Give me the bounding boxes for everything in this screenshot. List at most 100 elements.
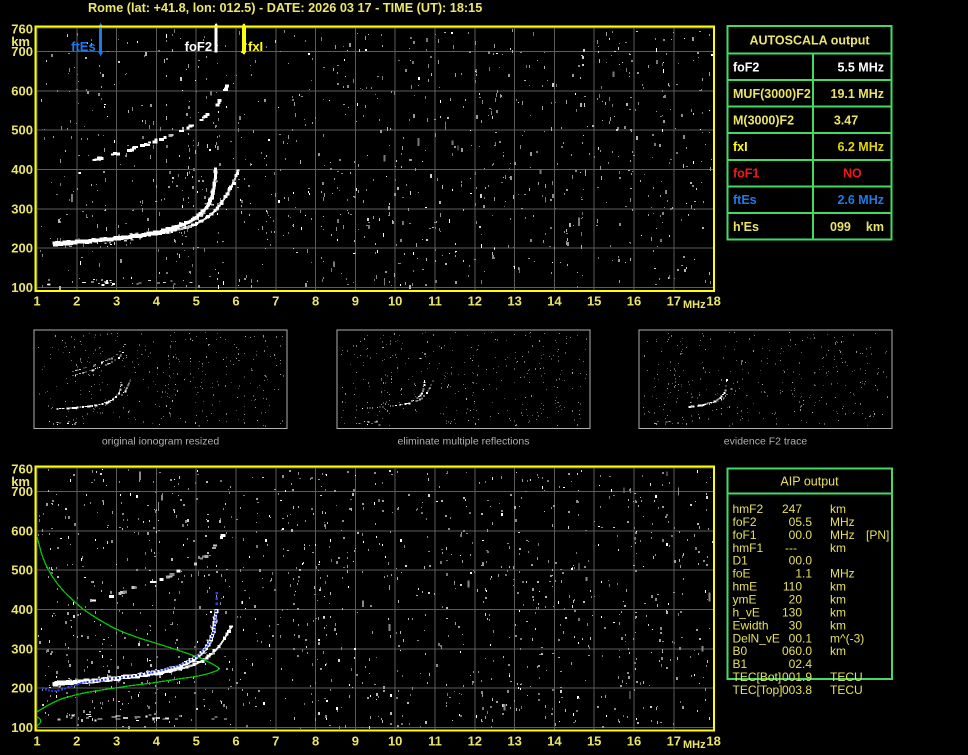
svg-text:h'Es: h'Es xyxy=(733,220,759,234)
svg-text:foF2: foF2 xyxy=(185,39,212,54)
svg-text:DelN_vE: DelN_vE xyxy=(733,631,780,645)
svg-text:9: 9 xyxy=(352,294,359,309)
svg-text:km: km xyxy=(866,220,884,234)
svg-text:00.0: 00.0 xyxy=(789,528,813,542)
svg-text:AIP output: AIP output xyxy=(780,475,839,489)
svg-text:8: 8 xyxy=(312,734,319,749)
svg-text:foE: foE xyxy=(733,567,751,581)
svg-text:20: 20 xyxy=(789,593,803,607)
svg-text:fxI: fxI xyxy=(248,39,263,54)
svg-text:11: 11 xyxy=(428,734,442,749)
svg-text:7: 7 xyxy=(272,734,279,749)
svg-text:500: 500 xyxy=(11,123,33,138)
svg-text:3: 3 xyxy=(113,294,120,309)
svg-text:---: --- xyxy=(785,541,797,555)
svg-text:130: 130 xyxy=(782,605,802,619)
svg-text:5.5 MHz: 5.5 MHz xyxy=(837,60,884,74)
svg-text:00.0: 00.0 xyxy=(789,554,813,568)
svg-text:km: km xyxy=(830,593,846,607)
svg-text:3.47: 3.47 xyxy=(834,113,858,127)
svg-text:6: 6 xyxy=(232,294,239,309)
svg-text:h_vE: h_vE xyxy=(733,605,760,619)
svg-text:6.2 MHz: 6.2 MHz xyxy=(837,140,884,154)
svg-text:Ewidth: Ewidth xyxy=(733,618,769,632)
svg-text:MHz: MHz xyxy=(830,567,855,581)
svg-text:600: 600 xyxy=(11,83,33,98)
svg-text:05.5: 05.5 xyxy=(789,515,813,529)
svg-text:fxI: fxI xyxy=(733,140,748,154)
svg-text:700: 700 xyxy=(11,484,33,499)
svg-text:foF2: foF2 xyxy=(733,60,759,74)
svg-text:100: 100 xyxy=(11,720,33,735)
svg-text:18: 18 xyxy=(706,734,720,749)
svg-text:17: 17 xyxy=(667,734,681,749)
svg-text:2: 2 xyxy=(73,734,80,749)
svg-text:MUF(3000)F2: MUF(3000)F2 xyxy=(733,87,811,101)
svg-text:00.1: 00.1 xyxy=(789,631,813,645)
svg-text:km: km xyxy=(830,618,846,632)
svg-text:[PN]: [PN] xyxy=(866,528,889,542)
svg-text:003.8: 003.8 xyxy=(782,683,812,697)
svg-text:TECU: TECU xyxy=(830,683,863,697)
svg-text:1: 1 xyxy=(33,734,40,749)
svg-text:200: 200 xyxy=(11,241,33,256)
svg-text:14: 14 xyxy=(547,734,562,749)
svg-text:MHz: MHz xyxy=(830,528,855,542)
svg-text:19.1 MHz: 19.1 MHz xyxy=(831,87,885,101)
svg-text:AUTOSCALA output: AUTOSCALA output xyxy=(749,33,870,47)
svg-text:400: 400 xyxy=(11,602,33,617)
svg-text:hmF1: hmF1 xyxy=(733,541,764,555)
svg-text:TEC[Top]: TEC[Top] xyxy=(733,683,783,697)
svg-text:D1: D1 xyxy=(733,554,749,568)
svg-text:400: 400 xyxy=(11,162,33,177)
svg-text:M(3000)F2: M(3000)F2 xyxy=(733,113,794,127)
svg-text:km: km xyxy=(830,605,846,619)
svg-text:600: 600 xyxy=(11,523,33,538)
svg-text:foF1: foF1 xyxy=(733,167,759,181)
svg-text:MHz: MHz xyxy=(683,739,706,751)
svg-text:m^(-3): m^(-3) xyxy=(830,631,864,645)
svg-text:300: 300 xyxy=(11,201,33,216)
svg-text:hmF2: hmF2 xyxy=(733,502,764,516)
svg-text:ftEs: ftEs xyxy=(71,39,96,54)
svg-text:15: 15 xyxy=(587,734,601,749)
svg-text:B0: B0 xyxy=(733,644,748,658)
svg-text:9: 9 xyxy=(352,734,359,749)
svg-text:5: 5 xyxy=(193,294,200,309)
svg-text:foF2: foF2 xyxy=(733,515,757,529)
svg-text:060.0: 060.0 xyxy=(782,644,812,658)
svg-text:200: 200 xyxy=(11,681,33,696)
svg-text:foF1: foF1 xyxy=(733,528,757,542)
svg-text:6: 6 xyxy=(232,734,239,749)
svg-text:02.4: 02.4 xyxy=(789,657,813,671)
svg-text:eliminate multiple reflections: eliminate multiple reflections xyxy=(398,436,530,448)
svg-text:15: 15 xyxy=(587,294,601,309)
svg-text:8: 8 xyxy=(312,294,319,309)
svg-text:ymE: ymE xyxy=(733,593,757,607)
svg-text:1: 1 xyxy=(33,294,40,309)
svg-text:10: 10 xyxy=(388,294,402,309)
svg-text:MHz: MHz xyxy=(830,515,855,529)
svg-text:100: 100 xyxy=(11,280,33,295)
svg-text:099: 099 xyxy=(830,220,851,234)
svg-text:110: 110 xyxy=(783,580,802,594)
svg-text:4: 4 xyxy=(153,734,161,749)
svg-text:12: 12 xyxy=(468,294,482,309)
svg-text:18: 18 xyxy=(706,294,720,309)
svg-text:hmE: hmE xyxy=(733,580,758,594)
svg-text:Rome (lat: +41.8, lon: 012.5): Rome (lat: +41.8, lon: 012.5) - DATE: 20… xyxy=(88,1,482,15)
svg-text:30: 30 xyxy=(789,618,803,632)
svg-text:2: 2 xyxy=(73,294,80,309)
svg-text:2.6 MHz: 2.6 MHz xyxy=(837,193,884,207)
svg-text:247: 247 xyxy=(782,502,802,516)
svg-text:evidence F2 trace: evidence F2 trace xyxy=(724,436,808,448)
svg-text:17: 17 xyxy=(667,294,681,309)
svg-text:km: km xyxy=(830,502,846,516)
svg-text:13: 13 xyxy=(507,734,521,749)
svg-text:original ionogram resized: original ionogram resized xyxy=(102,436,219,448)
svg-text:001.9: 001.9 xyxy=(782,670,812,684)
svg-text:MHz: MHz xyxy=(683,299,706,311)
svg-text:km: km xyxy=(830,644,846,658)
svg-text:300: 300 xyxy=(11,641,33,656)
svg-text:700: 700 xyxy=(11,44,33,59)
